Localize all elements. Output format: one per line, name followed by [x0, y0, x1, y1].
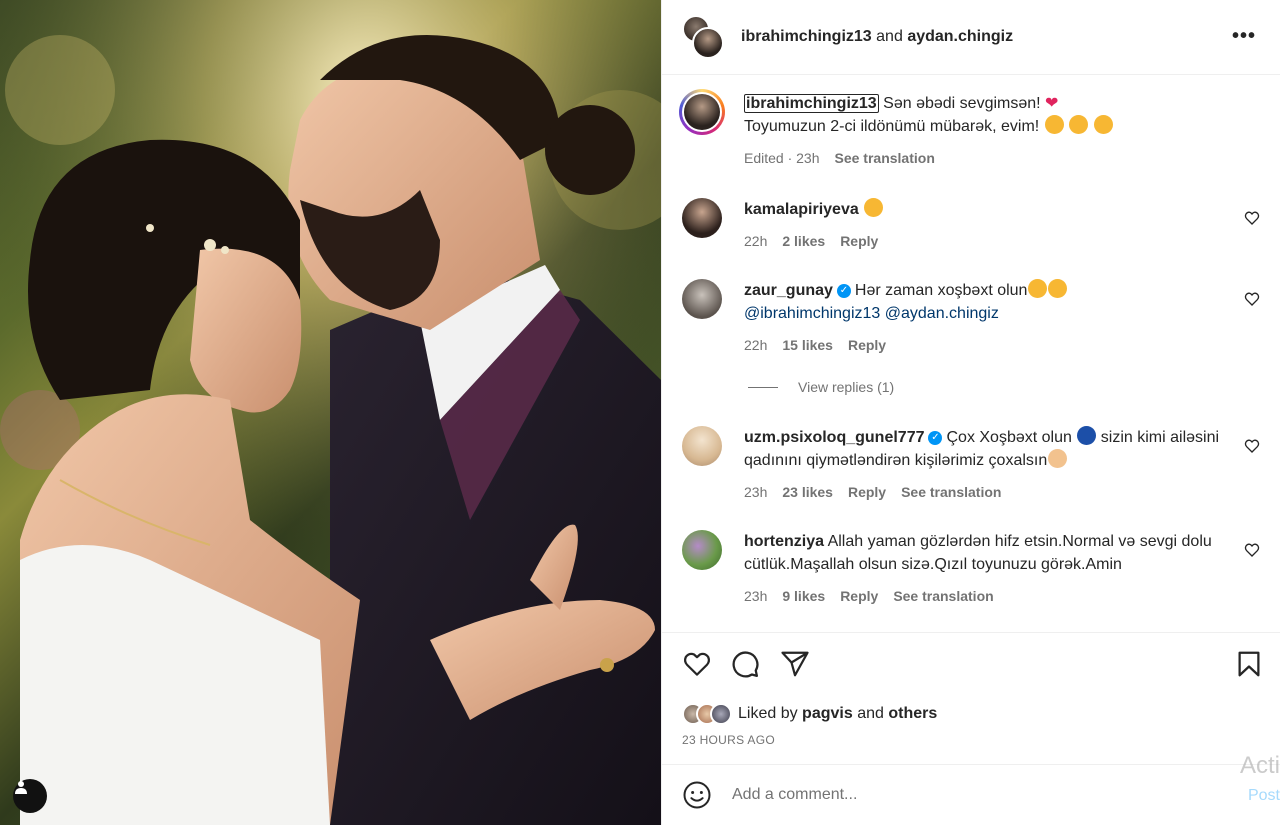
reply-button[interactable]: Reply	[848, 481, 886, 504]
comment-likes[interactable]: 2 likes	[782, 230, 825, 253]
comment-text: Çox Xoşbəxt olun	[946, 429, 1072, 446]
add-comment-bar	[662, 764, 1280, 825]
avatar	[684, 94, 720, 130]
liked-others-link[interactable]: others	[888, 705, 937, 722]
red-heart-emoji: ❤	[1045, 95, 1059, 112]
heart-eyes-emoji	[1048, 279, 1068, 298]
heart-icon[interactable]	[1244, 438, 1260, 454]
heart-icon[interactable]	[1244, 542, 1260, 558]
post-button[interactable]: Post	[1248, 787, 1280, 804]
post-header: ibrahimchingiz13 and aydan.chingiz •••	[662, 0, 1280, 75]
heart-eyes-emoji	[864, 198, 884, 217]
screaming-emoji	[1028, 279, 1048, 298]
post-side-panel: ibrahimchingiz13 and aydan.chingiz ••• i…	[661, 0, 1280, 825]
comment-time[interactable]: 23h	[744, 585, 767, 608]
comment-username[interactable]: zaur_gunay	[744, 282, 833, 299]
heart-icon[interactable]	[1244, 210, 1260, 226]
avatar[interactable]	[682, 198, 722, 238]
author-username[interactable]: ibrahimchingiz13	[741, 28, 872, 45]
comment-likes[interactable]: 9 likes	[782, 585, 825, 608]
user-tag-icon	[15, 781, 27, 794]
caption-text-line2: Toyumuzun 2-ci ildönümü mübarək, evim!	[744, 118, 1040, 135]
bookmark-icon[interactable]	[1234, 649, 1264, 679]
see-translation-link[interactable]: See translation	[835, 147, 935, 170]
see-translation-link[interactable]: See translation	[893, 585, 993, 608]
heart-eyes-emoji	[1093, 115, 1113, 134]
view-replies-label: View replies (1)	[798, 379, 895, 395]
reply-button[interactable]: Reply	[848, 334, 886, 357]
comment-username[interactable]: hortenziya	[744, 533, 824, 550]
avatar[interactable]	[682, 530, 722, 570]
avatar	[692, 27, 724, 59]
more-horizontal-icon: •••	[1231, 25, 1256, 47]
post-authors: ibrahimchingiz13 and aydan.chingiz	[741, 28, 1013, 46]
avatar	[710, 703, 732, 725]
heart-icon[interactable]	[682, 649, 712, 679]
comment-username[interactable]: uzm.psixoloq_gunel777	[744, 429, 924, 446]
share-icon[interactable]	[780, 649, 810, 679]
windows-activation-watermark: Acti	[1239, 752, 1280, 779]
liked-and-label: and	[857, 705, 884, 722]
wink-kiss-emoji	[1044, 115, 1064, 134]
story-ring[interactable]	[679, 89, 725, 135]
liked-by[interactable]: Liked by pagvis and others	[682, 703, 937, 725]
comment-input[interactable]	[732, 786, 1152, 804]
couple-photo-illustration	[0, 0, 661, 825]
comments-list: ibrahimchingiz13 Sən əbədi sevgimsən! ❤ …	[662, 76, 1280, 632]
heart-icon[interactable]	[1244, 291, 1260, 307]
authors-and-text: and	[876, 28, 903, 45]
comment-likes[interactable]: 23 likes	[782, 481, 833, 504]
see-translation-link[interactable]: See translation	[901, 481, 1001, 504]
caption-text-line1: Sən əbədi sevgimsən!	[883, 95, 1041, 112]
post-photo[interactable]	[0, 0, 661, 825]
mention-link[interactable]: @aydan.chingiz	[885, 305, 999, 322]
emoji-icon[interactable]	[682, 780, 712, 810]
liked-by-user[interactable]: pagvis	[802, 705, 853, 722]
author-username[interactable]: aydan.chingiz	[907, 28, 1013, 45]
caption-username[interactable]: ibrahimchingiz13	[744, 94, 879, 113]
replies-divider	[748, 386, 778, 388]
post-timestamp[interactable]: 23 HOURS AGO	[682, 733, 775, 747]
folded-hands-emoji	[1048, 449, 1068, 468]
comment-text: Hər zaman xoşbəxt olun	[854, 282, 1028, 299]
liked-by-label: Liked by	[738, 705, 798, 722]
comment-time[interactable]: 23h	[744, 481, 767, 504]
smiling-hearts-emoji	[1069, 115, 1089, 134]
comment-time[interactable]: 22h	[744, 334, 767, 357]
nazar-amulet-emoji	[1077, 426, 1097, 445]
verified-badge-icon: ✓	[836, 283, 851, 298]
mention-link[interactable]: @ibrahimchingiz13	[744, 305, 880, 322]
user-tag-button[interactable]	[13, 779, 47, 813]
more-options-button[interactable]: •••	[1232, 26, 1256, 46]
reply-button[interactable]: Reply	[840, 585, 878, 608]
reply-button[interactable]: Reply	[840, 230, 878, 253]
avatar[interactable]	[682, 426, 722, 466]
comment-username[interactable]: kamalapiriyeva	[744, 201, 859, 218]
comment-time[interactable]: 22h	[744, 230, 767, 253]
comment-icon[interactable]	[730, 649, 760, 679]
caption-edited-time: Edited · 23h	[744, 150, 820, 166]
collab-avatars[interactable]	[682, 15, 726, 59]
avatar[interactable]	[682, 279, 722, 319]
view-replies-button[interactable]: View replies (1)	[748, 379, 894, 395]
verified-badge-icon: ✓	[928, 430, 943, 445]
comment-likes[interactable]: 15 likes	[782, 334, 833, 357]
post-actions: Liked by pagvis and others 23 HOURS AGO	[662, 632, 1280, 764]
windows-activation-watermark-line2: Post	[1248, 787, 1280, 805]
